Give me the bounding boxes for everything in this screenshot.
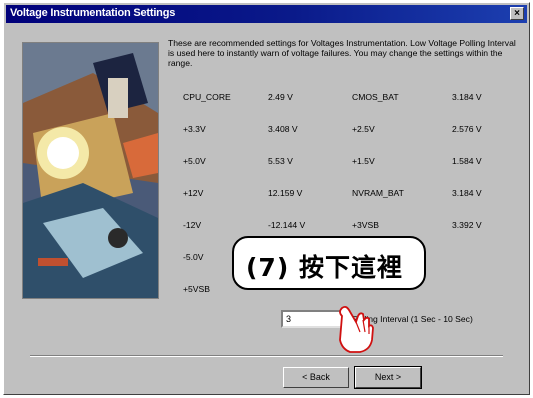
- voltage-label: +1.5V: [352, 156, 375, 166]
- description-text: These are recommended settings for Volta…: [168, 38, 516, 68]
- button-separator: [30, 355, 503, 357]
- voltage-value: 3.408 V: [268, 124, 298, 134]
- voltage-value: -12.144 V: [268, 220, 306, 230]
- close-button[interactable]: ×: [510, 7, 524, 20]
- callout-annotation: (7) 按下這裡: [232, 236, 426, 290]
- voltage-value: 5.53 V: [268, 156, 293, 166]
- voltage-label: NVRAM_BAT: [352, 188, 404, 198]
- voltage-value: 3.184 V: [452, 188, 482, 198]
- voltage-label: -5.0V: [183, 252, 204, 262]
- voltage-label: +5.0V: [183, 156, 206, 166]
- voltage-label: CPU_CORE: [183, 92, 231, 102]
- wizard-illustration: [22, 42, 159, 299]
- voltage-value: 3.392 V: [452, 220, 482, 230]
- title-bar: Voltage Instrumentation Settings ×: [6, 5, 527, 23]
- voltage-label: -12V: [183, 220, 202, 230]
- voltage-label: +3VSB: [352, 220, 379, 230]
- next-button[interactable]: Next >: [354, 366, 422, 389]
- voltage-label: +5VSB: [183, 284, 210, 294]
- voltage-value: 2.576 V: [452, 124, 482, 134]
- voltage-value: 3.184 V: [452, 92, 482, 102]
- pointing-hand-icon: [339, 305, 374, 353]
- voltage-label: +2.5V: [352, 124, 375, 134]
- window-title: Voltage Instrumentation Settings: [10, 7, 176, 19]
- callout-text: (7) 按下這裡: [246, 253, 403, 282]
- voltage-label: +12V: [183, 188, 204, 198]
- voltage-label: +3.3V: [183, 124, 206, 134]
- voltage-value: 1.584 V: [452, 156, 482, 166]
- voltage-value: 2.49 V: [268, 92, 293, 102]
- back-button[interactable]: < Back: [283, 367, 349, 388]
- voltage-label: CMOS_BAT: [352, 92, 399, 102]
- voltage-value: 12.159 V: [268, 188, 303, 198]
